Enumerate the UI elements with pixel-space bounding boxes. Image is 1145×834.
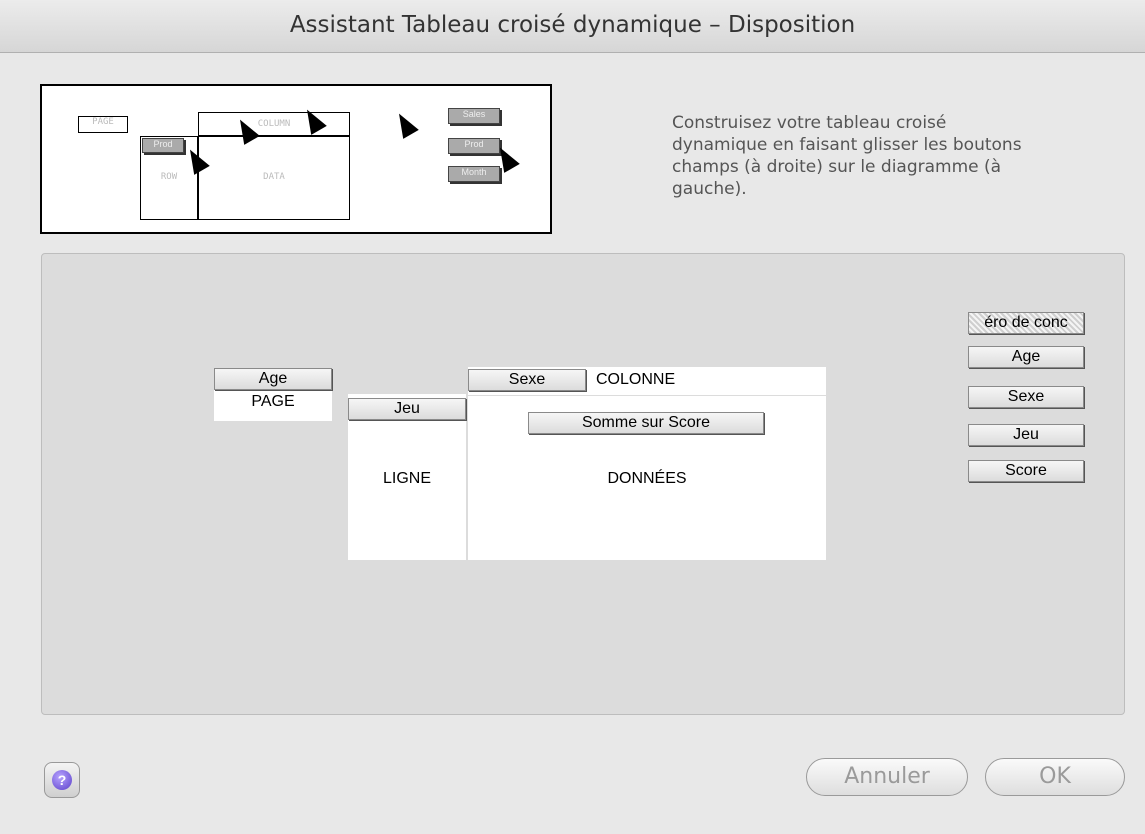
page-zone-label: PAGE [251,393,295,410]
preview-prod-area-button: Prod [142,138,184,153]
field-button-jeu-placed[interactable]: Jeu [348,398,466,420]
title-bar: Assistant Tableau croisé dynamique – Dis… [0,0,1145,53]
preview-page-zone: PAGE [78,116,128,133]
column-zone-label: COLONNE [596,371,676,388]
field-button-jeu[interactable]: Jeu [968,424,1084,446]
preview-data-zone: DATA [198,136,350,220]
data-zone-label: DONNÉES [607,470,687,487]
field-button-score-sum[interactable]: Somme sur Score [528,412,764,434]
help-button[interactable]: ? [44,762,80,798]
window-title: Assistant Tableau croisé dynamique – Dis… [289,12,856,38]
preview-sales-button: Sales [448,108,500,124]
ok-button[interactable]: OK [985,758,1125,796]
help-icon: ? [52,770,72,790]
preview-column-zone: COLUMN [198,112,350,136]
row-zone-label: LIGNE [382,470,431,487]
instructions-text: Construisez votre tableau croisé dynamiq… [672,113,1022,199]
preview-month-button: Month [448,166,500,182]
cancel-button[interactable]: Annuler [806,758,968,796]
field-button-sexe-placed[interactable]: Sexe [468,369,586,391]
field-button-age-placed[interactable]: Age [214,368,332,390]
field-button-age[interactable]: Age [968,346,1084,368]
field-button-numero-concours[interactable]: éro de conc [968,312,1084,334]
layout-panel: PAGE LIGNE COLONNE DONNÉES Age Jeu Sexe … [41,253,1125,715]
cursor-icon [391,109,419,139]
layout-preview: PAGE COLUMN ROW DATA Prod Sales Prod Mon… [40,84,552,234]
field-button-score[interactable]: Score [968,460,1084,482]
field-button-sexe[interactable]: Sexe [968,386,1084,408]
